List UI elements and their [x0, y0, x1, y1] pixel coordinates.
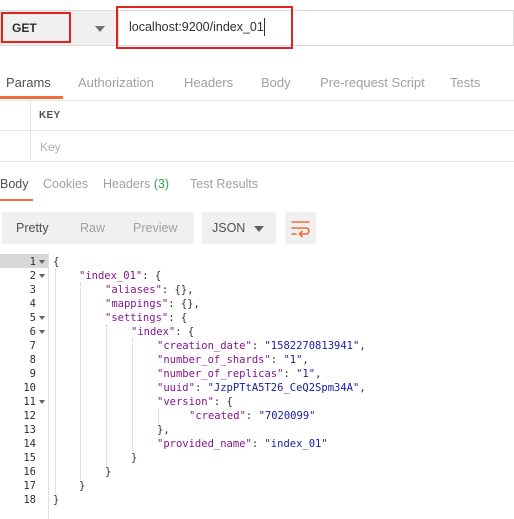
tab-cookies[interactable]: Cookies [43, 177, 88, 191]
fold-arrow-icon[interactable] [39, 274, 45, 278]
code-line: "index_01": { [79, 270, 162, 282]
method-highlight-box [1, 12, 71, 43]
line-number: 7 [29, 340, 36, 352]
code-line: "created": "7020099" [189, 410, 316, 422]
key-column-header: KEY [39, 110, 61, 121]
code-line: "version": { [157, 396, 233, 408]
code-line: "number_of_replicas": "1", [157, 368, 322, 380]
code-line: }, [157, 424, 170, 436]
line-number: 1 [29, 256, 36, 268]
line-number: 8 [29, 354, 36, 366]
line-number: 6 [29, 326, 36, 338]
line-number: 4 [29, 298, 36, 310]
code-line: } [53, 494, 60, 506]
indent-guide [55, 269, 56, 493]
format-label: JSON [212, 221, 246, 235]
active-response-tab-underline [0, 199, 33, 201]
tab-authorization[interactable]: Authorization [78, 75, 154, 90]
fold-arrow-icon[interactable] [39, 260, 45, 264]
active-tab-underline [0, 96, 63, 99]
params-row [0, 131, 514, 162]
line-number: 3 [29, 284, 36, 296]
raw-button[interactable]: Raw [80, 221, 105, 235]
line-number: 9 [29, 368, 36, 380]
line-number: 13 [23, 424, 36, 436]
tab-tests[interactable]: Tests [450, 75, 480, 90]
tab-body[interactable]: Body [261, 75, 291, 90]
code-line: } [105, 466, 112, 478]
fold-arrow-icon[interactable] [39, 400, 45, 404]
line-number: 18 [23, 494, 36, 506]
url-highlight-box [116, 6, 293, 49]
tab-response-body[interactable]: Body [0, 177, 29, 191]
code-line: "index": { [131, 326, 195, 338]
chevron-down-icon[interactable] [254, 226, 264, 232]
line-number: 10 [23, 382, 36, 394]
preview-button[interactable]: Preview [133, 221, 177, 235]
code-line: "aliases": {}, [105, 284, 194, 296]
code-line: "uuid": "JzpPTtA5T26_CeQ2Spm34A", [157, 382, 366, 394]
tab-headers[interactable]: Headers [184, 75, 233, 90]
line-number: 15 [23, 452, 36, 464]
code-line: "settings": { [105, 312, 188, 324]
pretty-button[interactable]: Pretty [16, 221, 49, 235]
tab-response-headers[interactable]: Headers (3) [103, 177, 169, 191]
line-number: 14 [23, 438, 36, 450]
headers-count-badge: (3) [153, 177, 170, 191]
code-line: "number_of_shards": "1", [157, 354, 309, 366]
indent-guide [106, 325, 107, 465]
tab-test-results[interactable]: Test Results [190, 177, 258, 191]
tab-params[interactable]: Params [6, 75, 51, 90]
tab-pre-request-script[interactable]: Pre-request Script [320, 75, 425, 90]
code-line: "provided_name": "index_01" [157, 438, 328, 450]
fold-arrow-icon[interactable] [39, 316, 45, 320]
wrap-lines-icon [291, 221, 310, 238]
indent-guide [132, 339, 133, 451]
line-number: 16 [23, 466, 36, 478]
params-header-row [0, 100, 514, 131]
code-line: } [131, 452, 138, 464]
indent-guide [80, 283, 81, 479]
line-number: 11 [23, 396, 36, 408]
chevron-down-icon[interactable] [95, 26, 105, 32]
tab-response-headers-label: Headers [103, 177, 151, 191]
key-input[interactable]: Key [40, 140, 61, 154]
indent-guide [158, 409, 159, 423]
line-number: 5 [29, 312, 36, 324]
wrap-lines-button[interactable] [285, 212, 316, 244]
line-number: 2 [29, 270, 36, 282]
code-line: } [79, 480, 86, 492]
code-line: "creation_date": "1582270813941", [157, 340, 366, 352]
code-line: { [53, 256, 60, 268]
line-number: 12 [23, 410, 36, 422]
fold-arrow-icon[interactable] [39, 330, 45, 334]
code-line: "mappings": {}, [105, 298, 200, 310]
line-number: 17 [23, 480, 36, 492]
params-divider [30, 100, 31, 161]
